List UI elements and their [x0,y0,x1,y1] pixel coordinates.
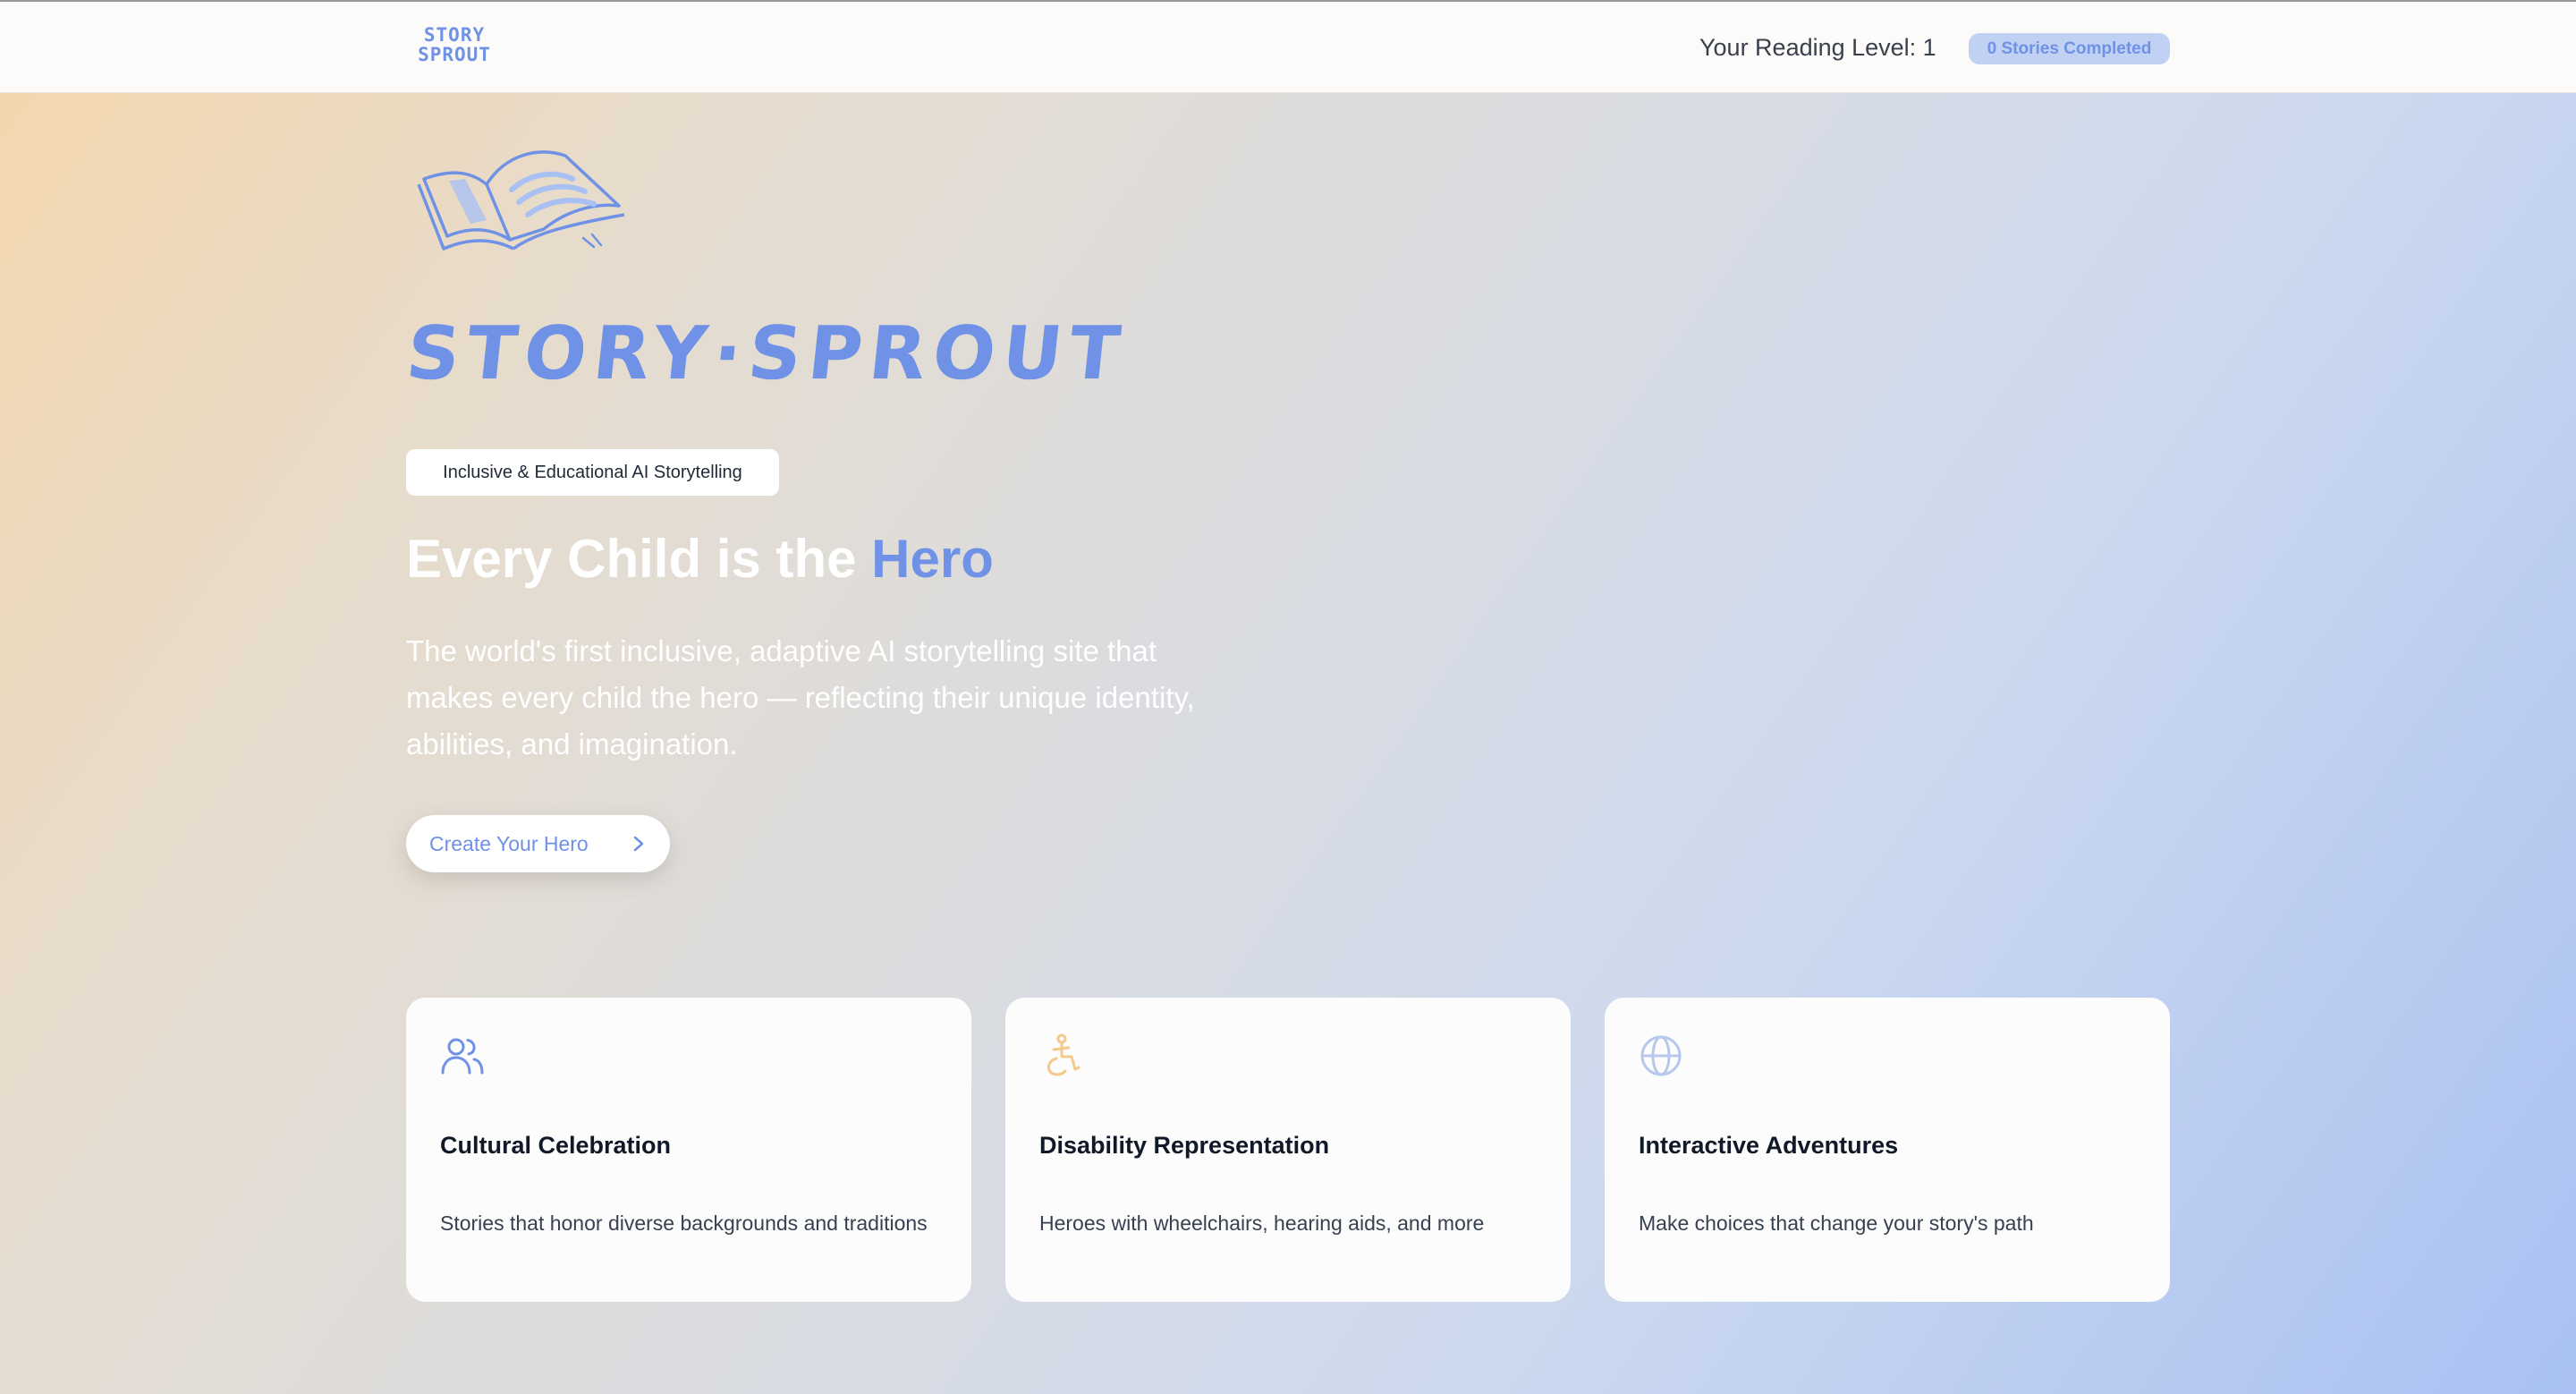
hero-headline: Every Child is the Hero [406,528,994,590]
hero-subheading: The world's first inclusive, adaptive AI… [406,634,1195,761]
chevron-right-icon [633,836,644,852]
globe-icon [1640,1035,1682,1076]
feature-description: Make choices that change your story's pa… [1639,1211,2034,1235]
feature-title: Disability Representation [1039,1132,1330,1159]
nav-logo-line1: STORY [423,24,486,46]
accessibility-icon [1046,1033,1080,1076]
tagline-pill: Inclusive & Educational AI Storytelling [406,449,779,496]
stories-completed-badge: 0 Stories Completed [1969,33,2170,64]
feature-card-interactive-adventures: Interactive Adventures Make choices that… [1605,998,2170,1302]
story-sprout-wordmark: STORY·SPROUT [402,311,1131,396]
feature-title: Interactive Adventures [1639,1132,1899,1159]
nav-logo[interactable]: STORY SPROUT [413,25,496,64]
headline-accent: Hero [871,529,994,589]
feature-card-disability-representation: Disability Representation Heroes with wh… [1005,998,1571,1302]
create-your-hero-label: Create Your Hero [429,831,589,855]
feature-description: Stories that honor diverse backgrounds a… [440,1211,928,1235]
top-nav-bar: STORY SPROUT Your Reading Level: 1 0 Sto… [0,0,2576,93]
reading-level-label: Your Reading Level: 1 [1699,34,1936,61]
nav-logo-line2: SPROUT [418,44,491,65]
feature-card-cultural-celebration: Cultural Celebration Stories that honor … [406,998,971,1302]
feature-title: Cultural Celebration [440,1132,672,1159]
feature-description: Heroes with wheelchairs, hearing aids, a… [1039,1211,1485,1235]
open-book-icon [417,150,625,251]
users-icon [441,1038,484,1075]
headline-prefix: Every Child is the [406,529,872,589]
create-your-hero-button[interactable]: Create Your Hero [406,815,670,872]
